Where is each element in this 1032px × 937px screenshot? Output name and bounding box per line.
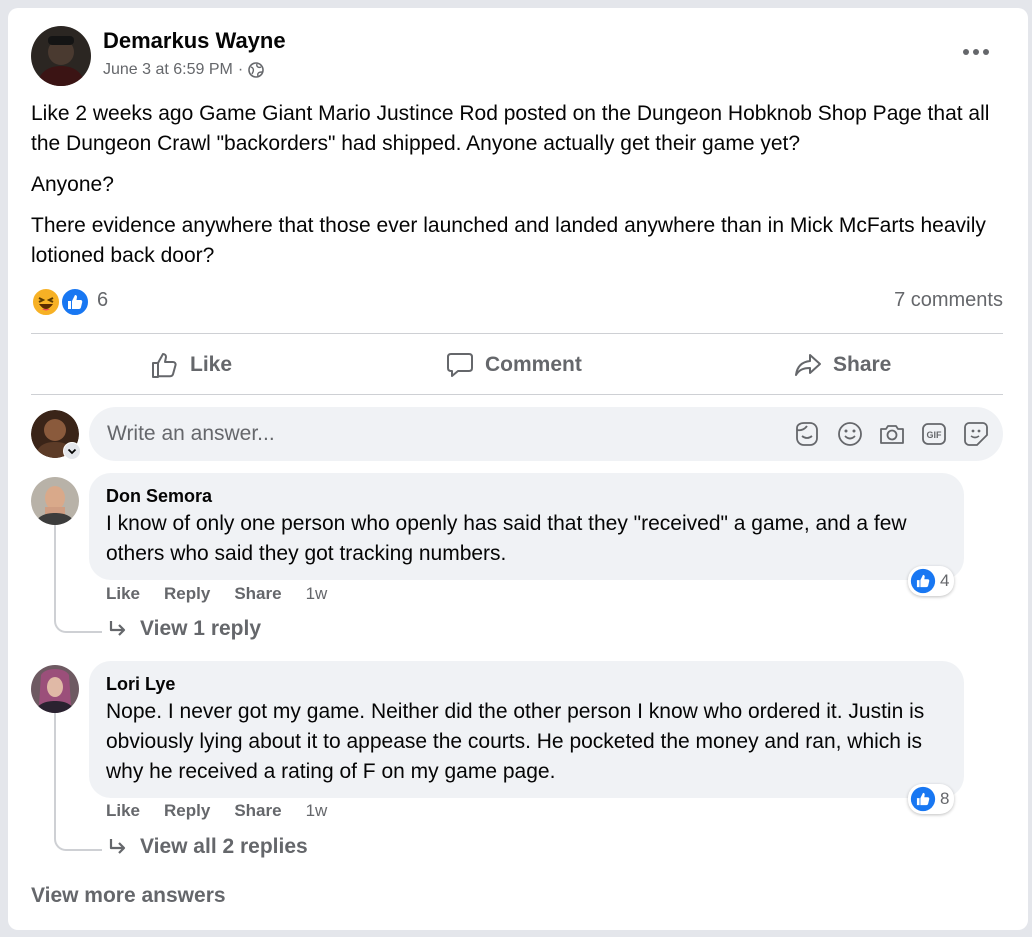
comment-avatar-don[interactable] — [31, 477, 79, 525]
share-label: Share — [833, 353, 892, 376]
comment-button[interactable]: Comment — [445, 347, 582, 383]
view-replies-label: View 1 reply — [140, 617, 262, 640]
more-options-icon[interactable] — [962, 40, 990, 64]
comment-reaction-count: 4 — [940, 571, 950, 590]
comment-reaction-pill[interactable]: 4 — [908, 566, 955, 596]
divider-bottom — [31, 394, 1003, 395]
thumbs-up-icon — [150, 350, 180, 380]
meta-separator: · — [237, 61, 244, 78]
avatar-sticker-icon[interactable] — [793, 420, 821, 448]
view-replies-link[interactable]: View 1 reply — [108, 617, 261, 641]
view-replies-link[interactable]: View all 2 replies — [108, 835, 308, 859]
divider-top — [31, 333, 1003, 334]
reaction-count[interactable]: 6 — [97, 289, 108, 312]
like-label: Like — [190, 353, 233, 376]
comment-text: I know of only one person who openly has… — [106, 512, 907, 565]
comment-bubble: Don Semora I know of only one person who… — [89, 473, 964, 580]
reply-arrow-icon — [108, 837, 128, 857]
like-icon — [60, 287, 90, 322]
comment-reply-link[interactable]: Reply — [164, 584, 210, 604]
comment-bubble: Lori Lye Nope. I never got my game. Neit… — [89, 661, 964, 798]
comment-time[interactable]: 1w — [306, 801, 328, 821]
comment-time[interactable]: 1w — [306, 584, 328, 604]
comment-like-link[interactable]: Like — [106, 801, 140, 821]
comment-text: Nope. I never got my game. Neither did t… — [106, 700, 925, 783]
comment-label: Comment — [485, 353, 582, 376]
like-icon — [910, 568, 936, 594]
current-user-avatar[interactable] — [31, 410, 81, 460]
comment-avatar-lori[interactable] — [31, 665, 79, 713]
post-timestamp[interactable]: June 3 at 6:59 PM — [103, 61, 233, 79]
comment-actions: Like Reply Share 1w — [106, 801, 327, 821]
emoji-icon[interactable] — [836, 420, 864, 448]
answer-composer[interactable]: GIF — [89, 407, 1003, 461]
comment-author[interactable]: Don Semora — [106, 486, 212, 507]
post-meta: June 3 at 6:59 PM · — [103, 61, 264, 79]
comment-reply-link[interactable]: Reply — [164, 801, 210, 821]
view-more-answers-link[interactable]: View more answers — [31, 884, 226, 908]
author-avatar[interactable] — [31, 26, 91, 86]
account-switch-chevron-icon[interactable] — [63, 442, 81, 465]
camera-icon[interactable] — [878, 420, 906, 448]
comment-reaction-pill[interactable]: 8 — [908, 784, 955, 814]
comment-icon — [445, 350, 475, 380]
comment-actions: Like Reply Share 1w — [106, 584, 327, 604]
comment-share-link[interactable]: Share — [234, 584, 281, 604]
comment-like-link[interactable]: Like — [106, 584, 140, 604]
like-icon — [910, 786, 936, 812]
like-button[interactable]: Like — [150, 347, 232, 383]
globe-icon[interactable] — [248, 62, 264, 78]
author-name[interactable]: Demarkus Wayne — [103, 28, 286, 54]
comments-count[interactable]: 7 comments — [894, 289, 1003, 312]
sticker-icon[interactable] — [962, 420, 990, 448]
comment-share-link[interactable]: Share — [234, 801, 281, 821]
haha-icon — [31, 287, 61, 322]
post-paragraph-1: Like 2 weeks ago Game Giant Mario Justin… — [31, 102, 990, 155]
svg-text:GIF: GIF — [927, 430, 943, 440]
post-paragraph-3: There evidence anywhere that those ever … — [31, 214, 986, 267]
comment-author[interactable]: Lori Lye — [106, 674, 175, 695]
reply-arrow-icon — [108, 619, 128, 639]
share-button[interactable]: Share — [793, 347, 891, 383]
share-arrow-icon — [793, 350, 823, 380]
comment-reaction-count: 8 — [940, 789, 950, 808]
view-replies-label: View all 2 replies — [140, 835, 308, 858]
reaction-summary[interactable] — [31, 286, 91, 318]
answer-input[interactable] — [107, 419, 667, 449]
post-paragraph-2: Anyone? — [31, 173, 114, 196]
gif-icon[interactable]: GIF — [920, 420, 948, 448]
